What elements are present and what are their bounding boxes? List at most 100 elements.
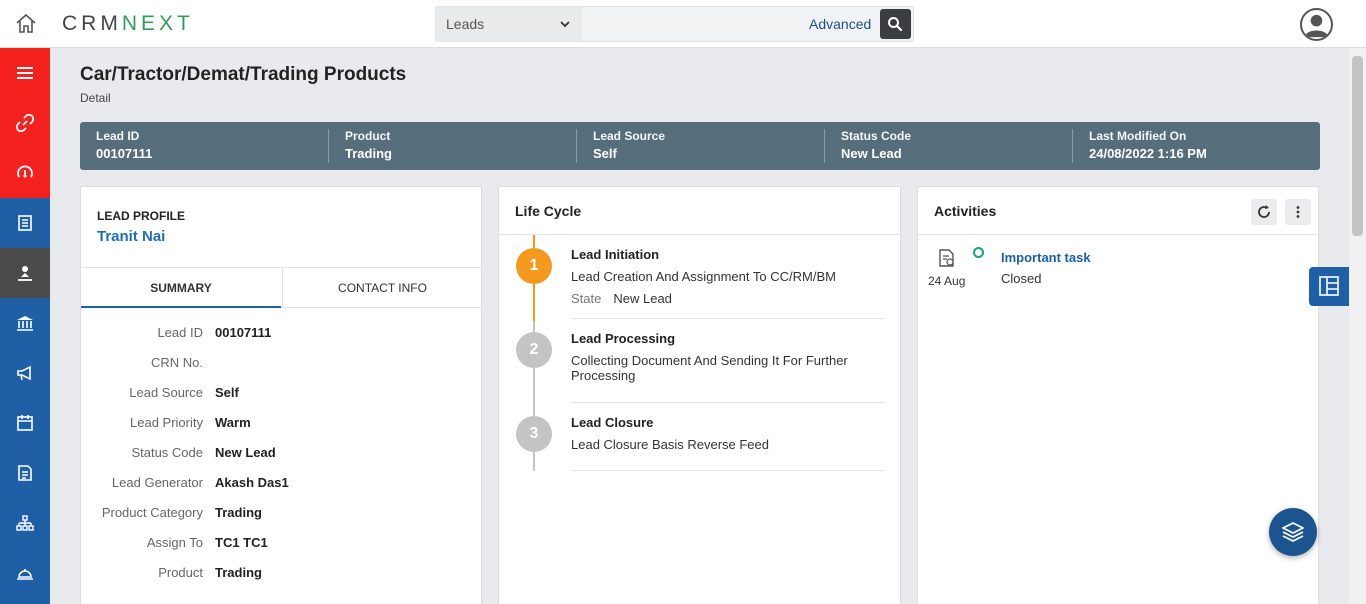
strip-value: 24/08/2022 1:16 PM: [1089, 146, 1207, 161]
field-label: Lead Priority: [130, 415, 203, 430]
strip-lead-id: Lead ID 00107111: [80, 129, 328, 163]
field-row: Lead Priority Warm: [81, 411, 481, 441]
service-bell-icon: [17, 569, 33, 580]
bank-icon: [17, 316, 33, 331]
summary-fields: Lead ID 00107111 CRN No. Lead Source Self …: [81, 321, 481, 591]
life-cycle-title: Life Cycle: [515, 203, 582, 219]
sidebar-item-service[interactable]: [0, 548, 50, 598]
field-row: Status Code New Lead: [81, 441, 481, 471]
activities-title: Activities: [934, 203, 997, 219]
strip-value: Trading: [345, 146, 392, 161]
sidebar-item-campaigns[interactable]: [0, 348, 50, 398]
lead-summary-strip: Lead ID 00107111 Product Trading Lead So…: [80, 122, 1320, 170]
search-input[interactable]: [582, 7, 802, 41]
search-button[interactable]: [880, 9, 911, 39]
strip-value: New Lead: [841, 146, 902, 161]
strip-value: Self: [593, 146, 617, 161]
more-options-button[interactable]: [1285, 199, 1311, 225]
step-divider: [571, 402, 885, 403]
sidebar-item-links[interactable]: [0, 98, 50, 148]
sidebar-item-dashboard[interactable]: [0, 148, 50, 198]
activity-title-link[interactable]: Important task: [1001, 250, 1091, 265]
dashboard-gauge-icon: [17, 165, 33, 178]
lead-profile-card: LEAD PROFILE Tranit Nai SUMMARY CONTACT …: [80, 186, 482, 604]
activity-status: Closed: [1001, 271, 1042, 286]
step-divider: [571, 318, 885, 319]
document-list-icon: [18, 215, 32, 231]
strip-value: 00107111: [96, 146, 153, 161]
chevron-down-icon: [560, 21, 570, 28]
divider: [918, 234, 1319, 235]
sidebar-item-documents[interactable]: [0, 198, 50, 248]
search-icon: [888, 17, 903, 32]
kebab-menu-icon: [1296, 206, 1300, 218]
strip-product: Product Trading: [328, 129, 576, 163]
field-value: Trading: [215, 505, 262, 520]
page-scrollbar[interactable]: [1349, 48, 1366, 604]
hamburger-menu-icon: [17, 67, 33, 79]
link-icon: [16, 114, 34, 132]
quick-actions-fab[interactable]: [1269, 508, 1317, 556]
user-avatar[interactable]: [1300, 8, 1333, 41]
field-value: Trading: [215, 565, 262, 580]
step-3-title: Lead Closure: [571, 415, 654, 430]
refresh-icon: [1258, 205, 1270, 218]
scrollbar-thumb[interactable]: [1352, 56, 1363, 236]
tab-summary[interactable]: SUMMARY: [81, 268, 281, 308]
page-title: Car/Tractor/Demat/Trading Products: [80, 64, 407, 85]
global-search: Leads Advanced: [435, 6, 914, 42]
app-logo[interactable]: CRMNEXT: [62, 12, 194, 36]
sidebar-item-reports[interactable]: [0, 448, 50, 498]
sidebar-item-hierarchy[interactable]: [0, 498, 50, 548]
step-1-title: Lead Initiation: [571, 247, 660, 262]
user-avatar-icon: [1304, 14, 1329, 38]
step-1-desc: Lead Creation And Assignment To CC/RM/BM: [571, 269, 836, 284]
advanced-search-link[interactable]: Advanced: [809, 16, 871, 32]
home-icon[interactable]: [14, 12, 38, 36]
sidebar: [0, 48, 50, 604]
strip-status-code: Status Code New Lead: [824, 129, 1072, 163]
tab-contact-info[interactable]: CONTACT INFO: [282, 268, 482, 308]
step-2-circle: 2: [516, 332, 552, 368]
strip-last-modified: Last Modified On 24/08/2022 1:16 PM: [1072, 129, 1320, 163]
report-icon: [18, 465, 32, 481]
user-lead-icon: [18, 266, 32, 281]
sidebar-menu-toggle[interactable]: [0, 48, 50, 98]
field-row: Lead Generator Akash Das1: [81, 471, 481, 501]
field-label: Lead ID: [157, 325, 203, 340]
sidebar-item-bank[interactable]: [0, 298, 50, 348]
step-2-title: Lead Processing: [571, 331, 676, 346]
page-subtitle: Detail: [80, 91, 111, 105]
top-bar: CRMNEXT Leads Advanced: [0, 0, 1366, 48]
profile-tabs: SUMMARY CONTACT INFO: [81, 267, 481, 308]
refresh-button[interactable]: [1251, 199, 1277, 225]
field-label: CRN No.: [150, 355, 203, 370]
step-1-circle: 1: [516, 248, 552, 284]
search-module-value: Leads: [446, 16, 485, 32]
logo-text-main: CRM: [62, 12, 122, 35]
divider: [499, 234, 900, 235]
step-divider: [571, 470, 885, 471]
field-value: New Lead: [215, 445, 276, 460]
megaphone-icon: [17, 365, 31, 381]
field-label: Product: [158, 565, 203, 580]
activities-card: Activities 24 Aug Important task Closed: [917, 186, 1319, 604]
layers-icon: [1282, 522, 1304, 542]
sidebar-item-calendar[interactable]: [0, 398, 50, 448]
step-1-state: State New Lead: [571, 291, 672, 306]
field-value: Self: [215, 385, 239, 400]
side-panel-toggle[interactable]: [1309, 267, 1349, 306]
field-row: Lead Source Self: [81, 381, 481, 411]
logo-text-accent: NEXT: [121, 12, 194, 35]
lead-name-link[interactable]: Tranit Nai: [97, 228, 165, 245]
field-row: CRN No.: [81, 351, 481, 381]
strip-label: Lead Source: [593, 129, 666, 143]
search-module-select[interactable]: Leads: [436, 7, 582, 41]
field-row: Assign To TC1 TC1: [81, 531, 481, 561]
sidebar-item-leads[interactable]: [0, 248, 50, 298]
hierarchy-icon: [16, 515, 34, 531]
lead-profile-label: LEAD PROFILE: [97, 209, 186, 223]
strip-label: Last Modified On: [1089, 129, 1187, 143]
layout-panels-icon: [1319, 276, 1339, 296]
field-label: Lead Source: [129, 385, 203, 400]
